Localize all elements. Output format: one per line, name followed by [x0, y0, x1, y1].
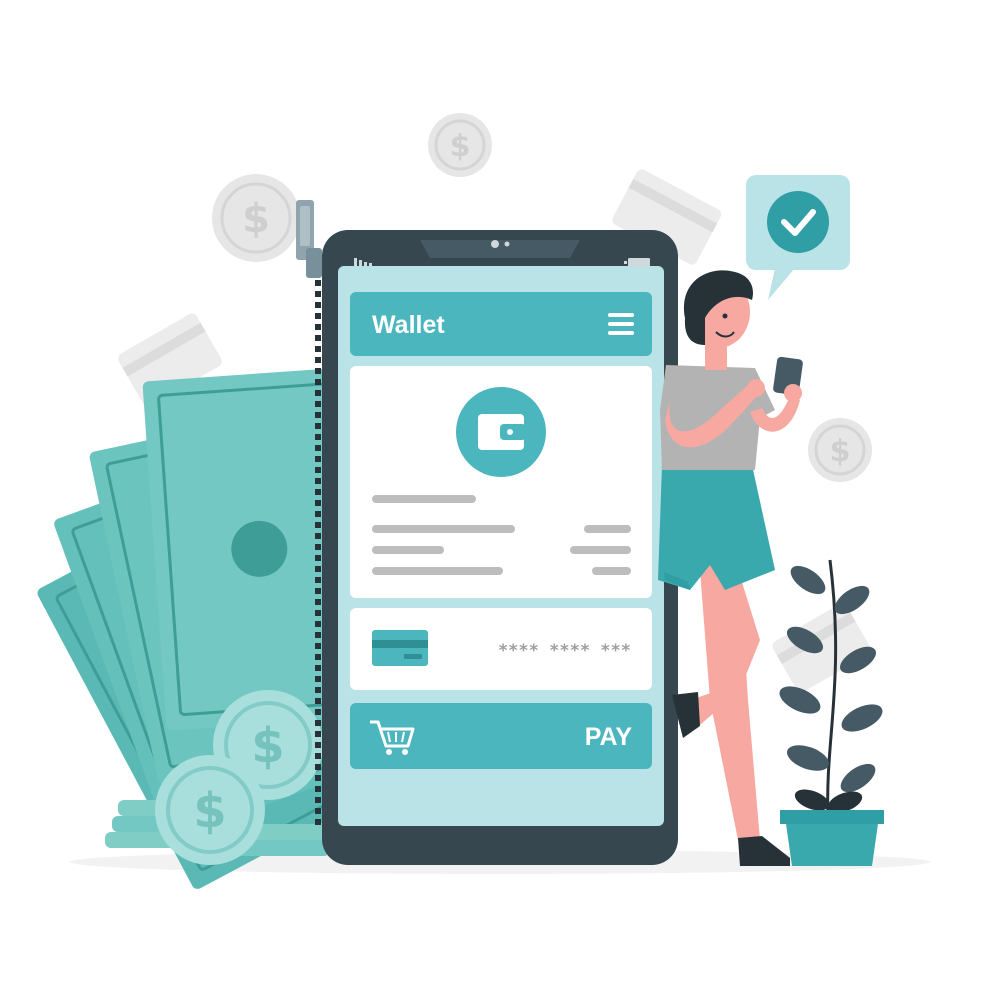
- dollar-coin-icon: $: [428, 113, 492, 177]
- card-number-masked: **** **** ***: [498, 641, 631, 661]
- pay-button-label: PAY: [585, 723, 633, 751]
- svg-text:$: $: [242, 196, 270, 242]
- header-title: Wallet: [372, 311, 445, 339]
- dollar-coin-icon: $: [808, 418, 872, 482]
- dollar-coin-icon: $: [155, 755, 265, 865]
- credit-card-icon: [372, 630, 428, 666]
- svg-text:$: $: [830, 434, 851, 469]
- dollar-coin-icon: $: [212, 174, 300, 262]
- wallet-icon: [478, 414, 526, 450]
- svg-text:$: $: [251, 718, 284, 774]
- confirmation-bubble: [746, 175, 850, 300]
- hamburger-menu-icon[interactable]: [608, 313, 634, 335]
- svg-text:$: $: [450, 129, 471, 164]
- svg-text:$: $: [193, 783, 226, 839]
- potted-plant: [779, 559, 884, 866]
- woman-figure: [658, 270, 803, 866]
- wallet-header[interactable]: Wallet: [350, 292, 652, 356]
- payment-card-row[interactable]: **** **** ***: [350, 608, 652, 690]
- wallet-illustration: $ $ $ $ $ Wallet **** **** *** PAY: [37, 113, 930, 889]
- pay-button[interactable]: PAY: [350, 703, 652, 769]
- wallet-summary-card: [350, 366, 652, 598]
